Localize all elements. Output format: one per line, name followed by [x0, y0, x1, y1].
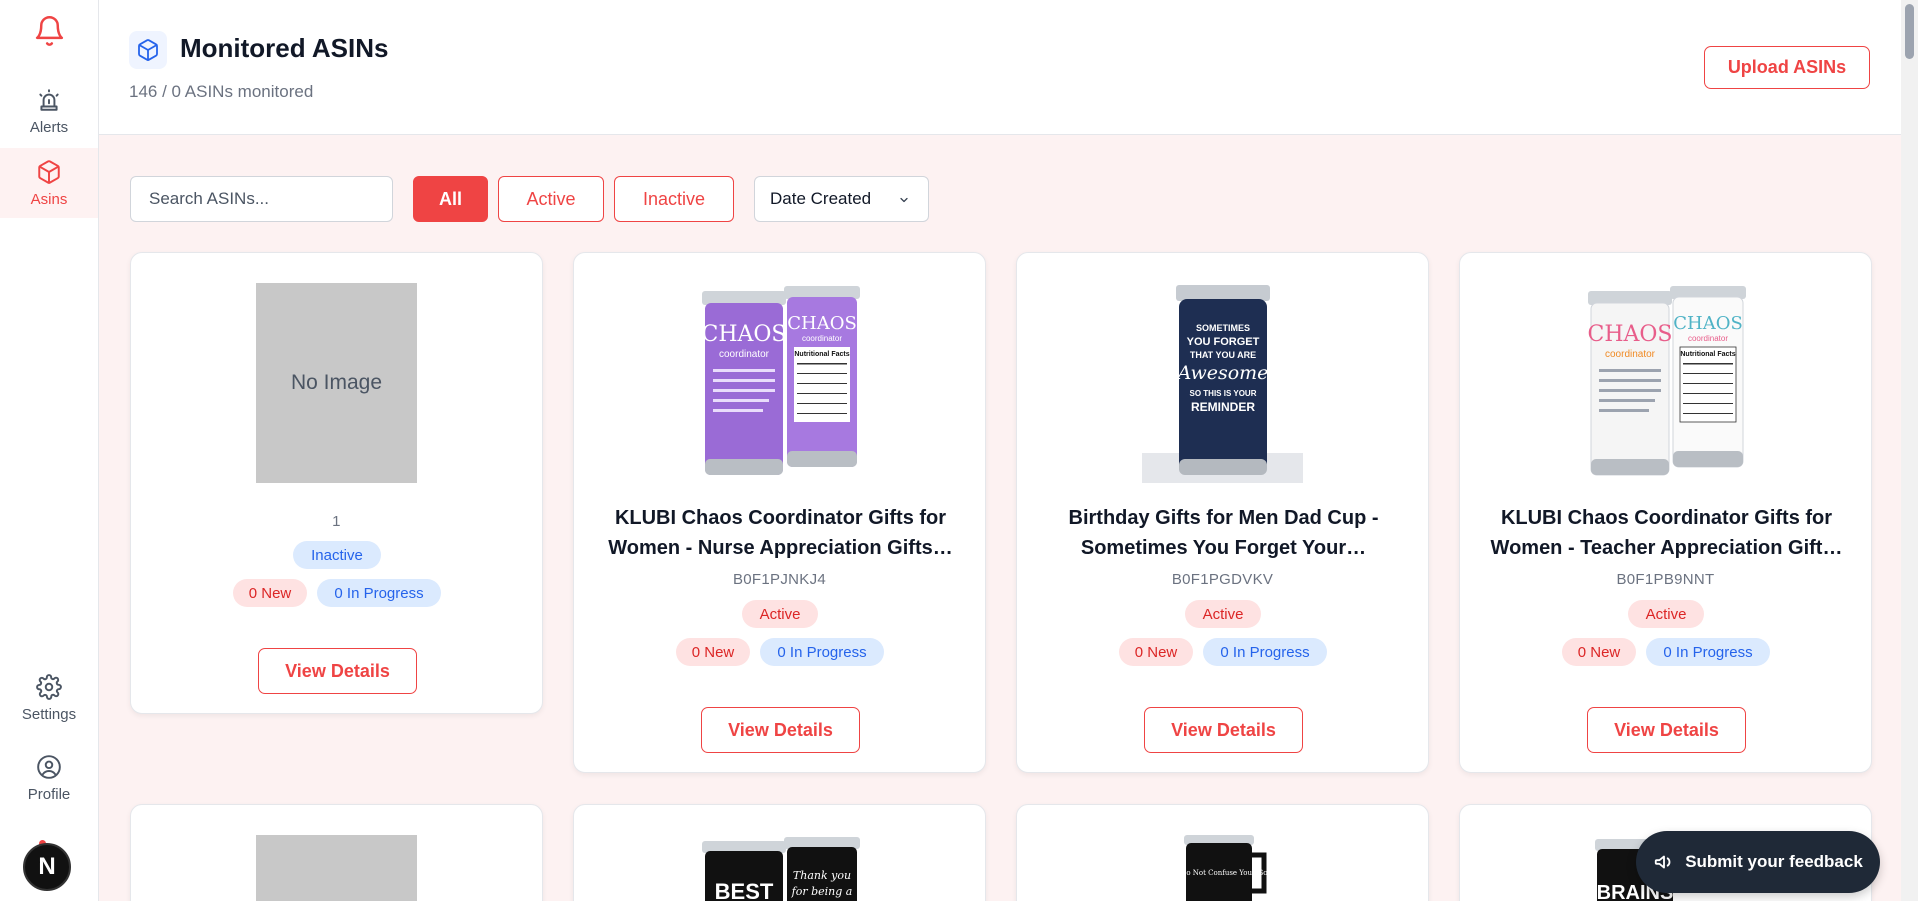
svg-text:CHAOS: CHAOS	[1673, 313, 1743, 334]
new-count-badge: 0 New	[233, 579, 307, 607]
siren-icon	[39, 88, 59, 111]
svg-text:coordinator: coordinator	[1605, 349, 1656, 360]
status-badge: Active	[1185, 600, 1261, 628]
asin-code: B0F1PJNKJ4	[732, 571, 827, 588]
filter-active-button[interactable]: Active	[498, 176, 604, 222]
svg-text:Awesome: Awesome	[1176, 362, 1269, 384]
filter-all-button[interactable]: All	[413, 176, 488, 222]
asin-code: B0F1PB9NNT	[1616, 571, 1715, 588]
asin-code: 1	[332, 513, 341, 530]
svg-text:CHAOS: CHAOS	[787, 313, 857, 334]
product-image: CHAOS coordinator CHAOS coordinator Nutr…	[1585, 283, 1746, 483]
feedback-label: Submit your feedback	[1685, 852, 1863, 871]
avatar[interactable]: N	[23, 843, 71, 891]
box-icon	[138, 39, 158, 61]
svg-text:SO THIS IS YOUR: SO THIS IS YOUR	[1190, 389, 1257, 398]
view-details-button[interactable]: View Details	[258, 648, 417, 694]
svg-text:Thank you: Thank you	[793, 869, 851, 882]
page-title: Monitored ASINs	[180, 33, 389, 63]
asin-card: Please Do Not Confuse Your Google	[1016, 804, 1429, 901]
user-circle-icon	[37, 754, 61, 779]
status-badge: Inactive	[293, 541, 381, 569]
upload-asins-button[interactable]: Upload ASINs	[1704, 46, 1870, 89]
sidebar-item-alerts[interactable]: Alerts	[0, 76, 98, 146]
asin-card: CHAOS coordinator CHAOS coordinator Nutr…	[573, 252, 986, 773]
svg-text:Nutritional Facts: Nutritional Facts	[794, 351, 849, 358]
sidebar-item-label: Asins	[30, 190, 68, 208]
gear-icon	[36, 673, 62, 700]
page-scrollbar[interactable]	[1901, 0, 1918, 901]
svg-text:coordinator: coordinator	[719, 349, 770, 360]
submit-feedback-button[interactable]: Submit your feedback	[1636, 831, 1880, 893]
in-progress-badge: 0 In Progress	[1203, 638, 1327, 666]
svg-text:BEST: BEST	[715, 879, 774, 901]
box-icon	[38, 159, 60, 184]
sort-value: Date Created	[770, 189, 872, 208]
product-title: Birthday Gifts for Men Dad Cup - Sometim…	[1068, 507, 1379, 559]
in-progress-badge: 0 In Progress	[1646, 638, 1770, 666]
main-content: All Active Inactive Date Created No Imag…	[99, 135, 1901, 901]
sidebar-item-label: Alerts	[29, 118, 69, 136]
sidebar-item-settings[interactable]: Settings	[0, 663, 98, 733]
sort-select[interactable]: Date Created	[754, 176, 929, 222]
page-subtitle: 146 / 0 ASINs monitored	[129, 82, 314, 101]
in-progress-badge: 0 In Progress	[760, 638, 884, 666]
header-icon-tile	[129, 31, 167, 69]
svg-text:coordinator: coordinator	[1688, 334, 1728, 343]
sidebar: Alerts Asins Settings Profile N	[0, 0, 99, 901]
asin-card: CHAOS coordinator CHAOS coordinator Nutr…	[1459, 252, 1872, 773]
svg-text:coordinator: coordinator	[802, 334, 842, 343]
view-details-button[interactable]: View Details	[1144, 707, 1303, 753]
status-badge: Active	[1628, 600, 1704, 628]
chevron-down-icon	[900, 197, 908, 203]
svg-text:Nutritional Facts: Nutritional Facts	[1680, 351, 1735, 358]
product-image: BEST Thank you for being a	[702, 837, 860, 901]
svg-text:THAT YOU ARE: THAT YOU ARE	[1190, 350, 1256, 360]
search-input[interactable]	[130, 176, 393, 222]
svg-text:YOU FORGET: YOU FORGET	[1187, 336, 1260, 348]
bell-icon[interactable]	[33, 14, 66, 48]
in-progress-badge: 0 In Progress	[317, 579, 441, 607]
svg-text:Please Do Not Confuse Your Goo: Please Do Not Confuse Your Google	[1156, 869, 1283, 877]
new-count-badge: 0 New	[1562, 638, 1636, 666]
no-image-placeholder	[256, 835, 417, 901]
new-count-badge: 0 New	[676, 638, 750, 666]
svg-text:CHAOS: CHAOS	[701, 322, 786, 347]
asin-card: SOMETIMES YOU FORGET THAT YOU ARE Awesom…	[1016, 252, 1429, 773]
asin-card: No Image 1 Inactive 0 New 0 In Progress …	[130, 252, 543, 714]
view-details-button[interactable]: View Details	[701, 707, 860, 753]
svg-text:REMINDER: REMINDER	[1191, 400, 1255, 414]
asin-code: B0F1PGDVKV	[1171, 571, 1274, 588]
sidebar-item-label: Settings	[21, 705, 77, 723]
scrollbar-thumb[interactable]	[1905, 4, 1914, 59]
product-image: Please Do Not Confuse Your Google	[1156, 835, 1283, 901]
page-header: Monitored ASINs 146 / 0 ASINs monitored …	[99, 0, 1901, 135]
sidebar-item-asins[interactable]: Asins	[0, 148, 98, 218]
no-image-placeholder: No Image	[256, 283, 417, 483]
view-details-button[interactable]: View Details	[1587, 707, 1746, 753]
product-title: KLUBI Chaos Coordinator Gifts for Women …	[1490, 507, 1843, 559]
asin-card: BEST Thank you for being a	[573, 804, 986, 901]
product-image: CHAOS coordinator CHAOS coordinator Nutr…	[699, 283, 860, 483]
new-count-badge: 0 New	[1119, 638, 1193, 666]
asin-card	[130, 804, 543, 901]
status-badge: Active	[742, 600, 818, 628]
sidebar-item-label: Profile	[27, 785, 71, 803]
sidebar-item-profile[interactable]: Profile	[0, 743, 98, 813]
megaphone-icon	[1655, 855, 1671, 869]
svg-text:SOMETIMES: SOMETIMES	[1196, 323, 1250, 333]
product-title: KLUBI Chaos Coordinator Gifts for Women …	[608, 507, 953, 559]
product-image: SOMETIMES YOU FORGET THAT YOU ARE Awesom…	[1142, 283, 1303, 483]
svg-text:for being a: for being a	[791, 885, 853, 898]
filter-inactive-button[interactable]: Inactive	[614, 176, 734, 222]
svg-text:CHAOS: CHAOS	[1587, 322, 1672, 347]
